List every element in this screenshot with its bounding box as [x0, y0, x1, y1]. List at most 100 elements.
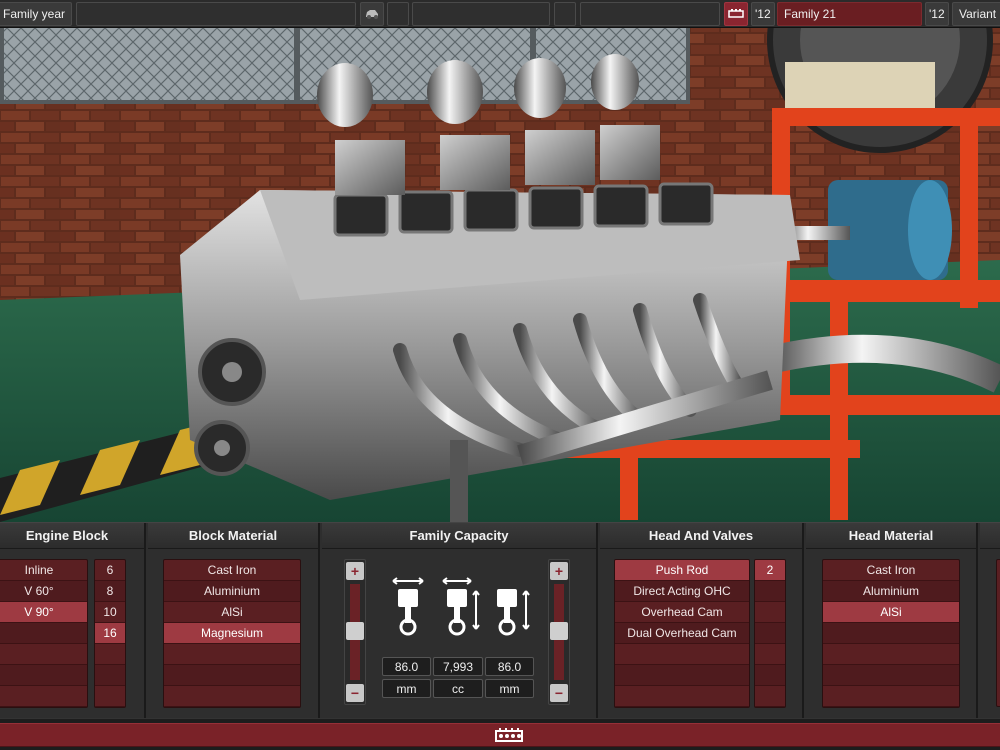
- engine-icon: [728, 9, 744, 18]
- list-item[interactable]: [755, 602, 785, 623]
- stroke-slider[interactable]: + −: [548, 559, 570, 705]
- list-item[interactable]: V 90°: [0, 602, 87, 623]
- piston-bore-icon: [392, 577, 424, 636]
- head-material-title: Head Material: [806, 523, 976, 549]
- list-item[interactable]: [755, 623, 785, 644]
- family-capacity-section: Family Capacity + − 86.0 7,993 86.0 mm c…: [322, 523, 598, 719]
- footer-bar: [0, 718, 1000, 750]
- engine-tab-bar[interactable]: [0, 723, 1000, 747]
- family-year-slider[interactable]: [76, 2, 356, 26]
- list-item[interactable]: [0, 623, 87, 644]
- head-type-list: Push Rod Direct Acting OHC Overhead Cam …: [614, 559, 750, 708]
- valve-count-list: 2: [754, 559, 786, 708]
- list-item[interactable]: 10: [95, 602, 125, 623]
- list-item[interactable]: V 60°: [0, 581, 87, 602]
- list-item[interactable]: [164, 686, 300, 707]
- list-item[interactable]: Cast Iron: [823, 560, 959, 581]
- list-item[interactable]: [164, 665, 300, 686]
- list-item[interactable]: [823, 644, 959, 665]
- bore-unit: mm: [382, 679, 431, 698]
- stroke-unit: mm: [485, 679, 534, 698]
- bore-minus-button[interactable]: −: [346, 684, 364, 702]
- next-section-list[interactable]: [996, 559, 1000, 707]
- list-item[interactable]: [823, 623, 959, 644]
- blank-field-1[interactable]: [412, 2, 550, 26]
- list-item[interactable]: [615, 665, 749, 686]
- cylinder-count-list: 6 8 10 16: [94, 559, 126, 708]
- list-item[interactable]: Direct Acting OHC: [615, 581, 749, 602]
- list-item[interactable]: [755, 644, 785, 665]
- list-item[interactable]: [95, 665, 125, 686]
- car-icon: [366, 10, 378, 19]
- next-section-title: [980, 523, 1000, 549]
- engine-config-panel: Engine Block Inline V 60° V 90° 6 8 10 1…: [0, 522, 1000, 719]
- top-bar: Family year '12 Family 21 '12 Variant: [0, 0, 1000, 28]
- list-item[interactable]: [164, 644, 300, 665]
- list-item[interactable]: AlSi: [164, 602, 300, 623]
- head-valves-title: Head And Valves: [600, 523, 802, 549]
- block-material-section: Block Material Cast Iron Aluminium AlSi …: [148, 523, 320, 719]
- list-item[interactable]: Aluminium: [823, 581, 959, 602]
- variant-year-value: '12: [929, 7, 945, 21]
- list-item[interactable]: Magnesium: [164, 623, 300, 644]
- engine-block-section: Engine Block Inline V 60° V 90° 6 8 10 1…: [0, 523, 146, 719]
- head-material-list: Cast Iron Aluminium AlSi: [822, 559, 960, 708]
- head-valves-section: Head And Valves Push Rod Direct Acting O…: [600, 523, 804, 719]
- list-item[interactable]: Aluminium: [164, 581, 300, 602]
- list-item[interactable]: 8: [95, 581, 125, 602]
- engine-3d-viewport[interactable]: [0, 0, 1000, 522]
- list-item[interactable]: 2: [755, 560, 785, 581]
- list-item[interactable]: AlSi: [823, 602, 959, 623]
- stroke-slider-handle[interactable]: [550, 622, 568, 640]
- list-item[interactable]: [95, 686, 125, 707]
- displacement-value: 7,993: [433, 657, 483, 676]
- displacement-unit: cc: [433, 679, 483, 698]
- bore-value: 86.0: [382, 657, 431, 676]
- list-item[interactable]: 6: [95, 560, 125, 581]
- blank-button-1[interactable]: [387, 2, 409, 26]
- head-material-section: Head Material Cast Iron Aluminium AlSi: [806, 523, 978, 719]
- block-material-title: Block Material: [148, 523, 318, 549]
- blank-field-2[interactable]: [580, 2, 720, 26]
- list-item[interactable]: Dual Overhead Cam: [615, 623, 749, 644]
- list-item[interactable]: Overhead Cam: [615, 602, 749, 623]
- family-name: Family 21: [784, 7, 837, 21]
- list-item[interactable]: Cast Iron: [164, 560, 300, 581]
- list-item[interactable]: [755, 665, 785, 686]
- family-name-field[interactable]: Family 21: [777, 2, 922, 26]
- family-year-value: '12: [755, 7, 771, 21]
- family-year-field[interactable]: Family year: [0, 2, 72, 26]
- stroke-plus-button[interactable]: +: [550, 562, 568, 580]
- engine-block-title: Engine Block: [0, 523, 144, 549]
- engine-icon: [495, 728, 523, 742]
- list-item[interactable]: [755, 686, 785, 707]
- stroke-value: 86.0: [485, 657, 534, 676]
- list-item[interactable]: [615, 644, 749, 665]
- list-item[interactable]: [95, 644, 125, 665]
- piston-stroke-icon: [497, 589, 530, 636]
- next-section-partial: [980, 523, 1000, 719]
- variant-year-badge: '12: [925, 2, 949, 26]
- blank-button-2[interactable]: [554, 2, 576, 26]
- family-year-badge: '12: [751, 2, 775, 26]
- car-button[interactable]: [360, 2, 384, 26]
- list-item[interactable]: [0, 644, 87, 665]
- engine-button[interactable]: [724, 2, 748, 26]
- list-item[interactable]: Push Rod: [615, 560, 749, 581]
- list-item[interactable]: [823, 686, 959, 707]
- stroke-minus-button[interactable]: −: [550, 684, 568, 702]
- list-item[interactable]: [0, 686, 87, 707]
- list-item[interactable]: [755, 581, 785, 602]
- block-material-list: Cast Iron Aluminium AlSi Magnesium: [163, 559, 301, 708]
- list-item[interactable]: [0, 665, 87, 686]
- list-item[interactable]: 16: [95, 623, 125, 644]
- bore-plus-button[interactable]: +: [346, 562, 364, 580]
- bore-slider[interactable]: + −: [344, 559, 366, 705]
- list-item[interactable]: [823, 665, 959, 686]
- list-item[interactable]: Inline: [0, 560, 87, 581]
- bore-slider-handle[interactable]: [346, 622, 364, 640]
- family-capacity-title: Family Capacity: [322, 523, 596, 549]
- variant-name-field[interactable]: Variant: [952, 2, 1000, 26]
- family-year-label: Family year: [3, 7, 66, 21]
- list-item[interactable]: [615, 686, 749, 707]
